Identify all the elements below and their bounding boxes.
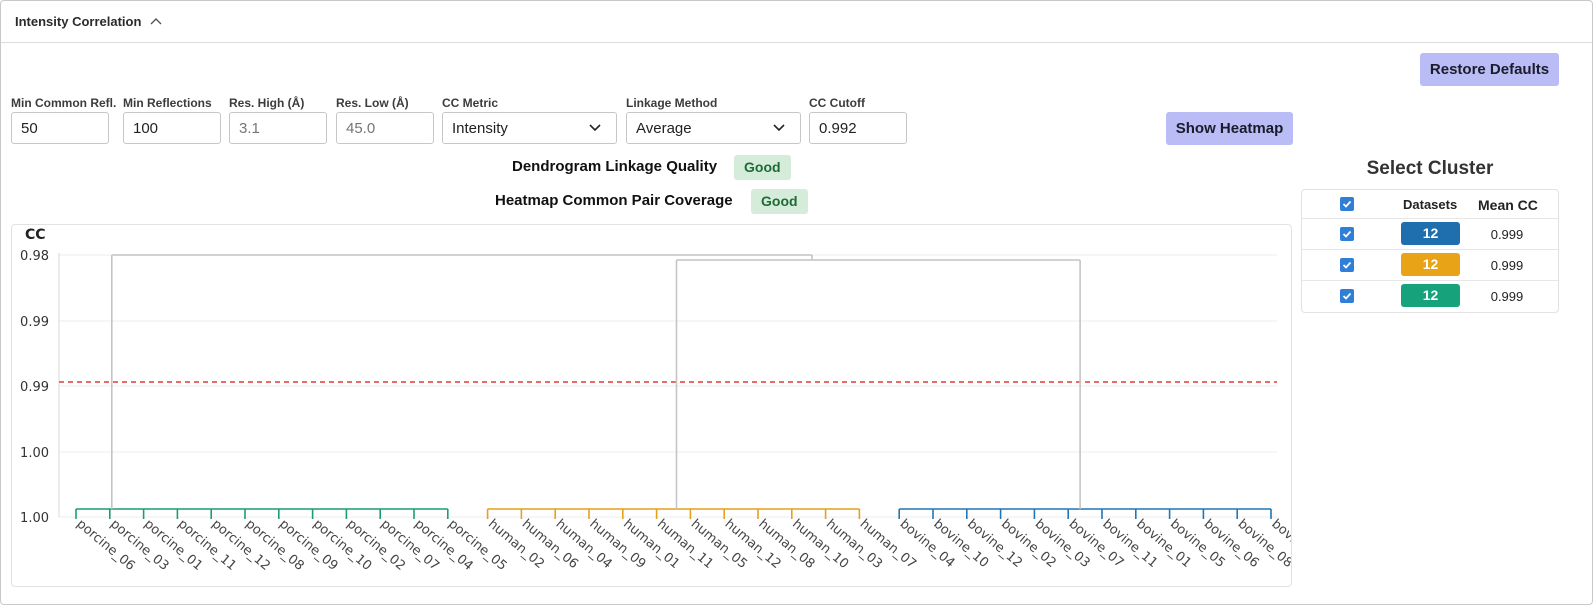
min-reflections-label: Min Reflections [123, 96, 212, 110]
cluster-checkbox[interactable] [1340, 258, 1354, 272]
min-reflections-input[interactable] [123, 112, 221, 144]
cluster-count-badge: 12 [1401, 253, 1460, 276]
y-axis-label: CC [25, 227, 46, 243]
res-low-input[interactable] [336, 112, 434, 144]
res-low-label: Res. Low (Å) [336, 96, 409, 110]
cc-cutoff-label: CC Cutoff [809, 96, 865, 110]
min-common-refl-label: Min Common Refl. [11, 96, 117, 110]
cluster-row[interactable]: 12 0.999 [1302, 218, 1558, 249]
check-icon [1342, 292, 1352, 300]
cluster-count-badge: 12 [1401, 284, 1460, 307]
panel-header[interactable]: Intensity Correlation [1, 1, 1592, 43]
y-tick-label: 0.98 [20, 249, 49, 264]
cc-cutoff-input[interactable] [809, 112, 907, 144]
restore-defaults-button[interactable]: Restore Defaults [1420, 53, 1559, 86]
cluster-mean-cc: 0.999 [1490, 258, 1524, 273]
y-tick-label: 0.99 [20, 380, 49, 395]
dendrogram-quality-label: Dendrogram Linkage Quality [512, 158, 718, 175]
check-icon [1342, 230, 1352, 238]
linkage-method-value: Average [636, 120, 692, 137]
y-tick-label: 1.00 [20, 511, 49, 526]
cluster-mean-cc: 0.999 [1490, 289, 1524, 304]
chevron-down-icon [773, 124, 785, 132]
cluster-count-badge: 12 [1401, 222, 1460, 245]
cluster-mean-cc: 0.999 [1490, 227, 1524, 242]
cluster-row[interactable]: 12 0.999 [1302, 249, 1558, 280]
res-high-input[interactable] [229, 112, 327, 144]
select-cluster-title: Select Cluster [1366, 158, 1494, 179]
dendrogram-chart: CC 0.98 0.99 0.99 1.00 1.00 porcine_06 porcin… [11, 224, 1292, 587]
col-datasets: Datasets [1403, 197, 1458, 212]
panel-title: Intensity Correlation [15, 14, 142, 29]
chevron-up-icon[interactable] [149, 16, 163, 26]
y-tick-label: 1.00 [20, 446, 49, 461]
cluster-table-header: Datasets Mean CC [1302, 190, 1558, 221]
select-all-checkbox[interactable] [1340, 197, 1354, 211]
cluster-checkbox[interactable] [1340, 289, 1354, 303]
cluster-table: Datasets Mean CC 12 0.999 12 0.999 12 0.… [1301, 189, 1559, 313]
heatmap-coverage-badge: Good [751, 189, 808, 214]
show-heatmap-button[interactable]: Show Heatmap [1166, 112, 1293, 145]
col-mean-cc: Mean CC [1478, 197, 1538, 213]
cc-metric-value: Intensity [452, 120, 508, 137]
min-common-refl-input[interactable] [11, 112, 109, 144]
cc-metric-label: CC Metric [442, 96, 499, 110]
heatmap-coverage-label: Heatmap Common Pair Coverage [495, 192, 733, 209]
cluster-row[interactable]: 12 0.999 [1302, 280, 1558, 311]
check-icon [1342, 200, 1352, 208]
dendrogram-svg: CC 0.980.990.991.001.00 porcine_06porcin… [20, 227, 1291, 574]
linkage-method-select[interactable]: Average [626, 112, 801, 144]
cc-metric-select[interactable]: Intensity [442, 112, 617, 144]
res-high-label: Res. High (Å) [229, 96, 305, 110]
intensity-correlation-panel: Intensity Correlation Restore Defaults M… [0, 0, 1593, 605]
linkage-method-label: Linkage Method [626, 96, 718, 110]
check-icon [1342, 261, 1352, 269]
dendrogram-quality-badge: Good [734, 155, 791, 180]
chevron-down-icon [589, 124, 601, 132]
cluster-checkbox[interactable] [1340, 227, 1354, 241]
y-tick-label: 0.99 [20, 315, 49, 330]
